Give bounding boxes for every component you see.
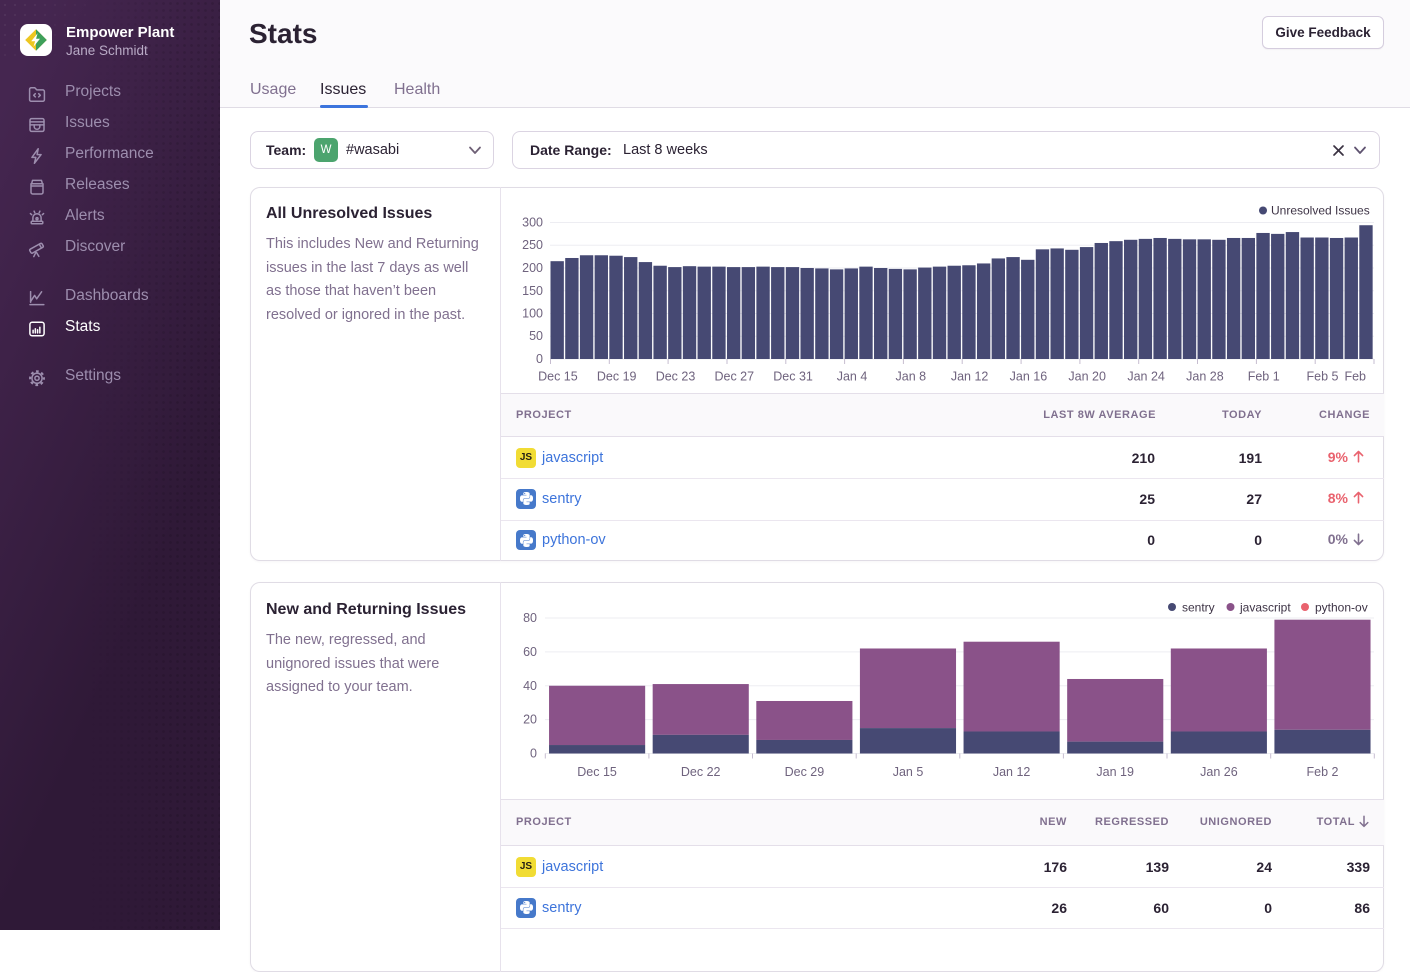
svg-text:60: 60 (523, 645, 537, 659)
svg-text:0: 0 (530, 747, 537, 761)
svg-text:Dec 15: Dec 15 (577, 765, 617, 779)
svg-text:40: 40 (523, 679, 537, 693)
svg-text:Jan 19: Jan 19 (1096, 765, 1134, 779)
svg-text:80: 80 (523, 611, 537, 625)
svg-text:Feb 2: Feb 2 (1307, 765, 1339, 779)
svg-text:Jan 5: Jan 5 (893, 765, 924, 779)
svg-text:javascript: javascript (1239, 601, 1291, 615)
svg-text:python-ov: python-ov (1315, 601, 1368, 615)
svg-text:Jan 12: Jan 12 (993, 765, 1031, 779)
svg-text:sentry: sentry (1182, 601, 1215, 615)
svg-text:Dec 29: Dec 29 (785, 765, 825, 779)
svg-text:20: 20 (523, 713, 537, 727)
svg-text:Dec 22: Dec 22 (681, 765, 721, 779)
svg-text:Jan 26: Jan 26 (1200, 765, 1238, 779)
